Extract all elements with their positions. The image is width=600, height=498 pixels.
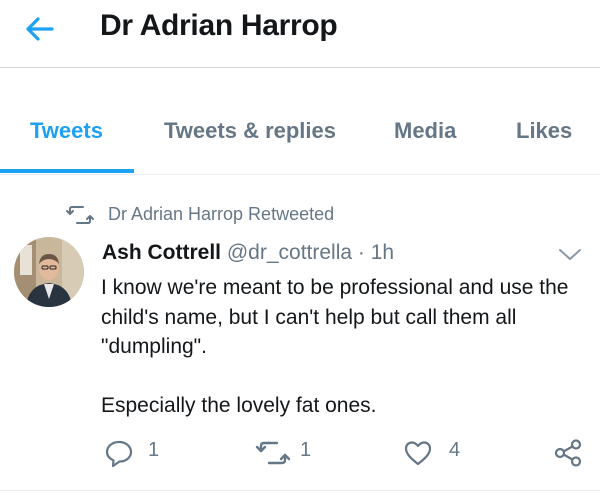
tab-likes[interactable]: Likes (516, 118, 572, 144)
reply-count: 1 (148, 439, 160, 461)
reply-icon (105, 440, 133, 468)
active-tab-indicator (0, 169, 134, 173)
profile-header: Dr Adrian Harrop (0, 0, 600, 68)
tweet-text-line: I know we're meant to be professional an… (101, 276, 569, 358)
tweet[interactable]: Dr Adrian Harrop Retweeted Ash Cottrell … (0, 175, 600, 485)
chevron-down-icon[interactable] (558, 244, 582, 266)
tweet-author[interactable]: Ash Cottrell @dr_cottrella · 1h (102, 241, 394, 265)
tweet-text: I know we're meant to be professional an… (101, 273, 591, 421)
like-count: 4 (449, 439, 461, 461)
retweet-note: Dr Adrian Harrop Retweeted (108, 204, 335, 224)
heart-icon (404, 441, 432, 466)
tab-media[interactable]: Media (394, 118, 456, 144)
tab-tweets-and-replies[interactable]: Tweets & replies (164, 118, 336, 144)
divider (0, 490, 600, 491)
tweet-time: 1h (370, 241, 395, 264)
author-handle[interactable]: @dr_cottrella (227, 241, 352, 264)
tweet-text-line: Especially the lovely fat ones. (101, 394, 377, 417)
page-title: Dr Adrian Harrop (100, 9, 338, 42)
back-arrow-icon[interactable] (22, 12, 56, 46)
author-name[interactable]: Ash Cottrell (102, 241, 221, 264)
separator-dot: · (357, 241, 365, 264)
retweet-icon (66, 206, 94, 224)
avatar[interactable] (14, 237, 84, 307)
tweet-actions: 1 1 4 (0, 433, 600, 473)
profile-tabs: Tweets Tweets & replies Media Likes (0, 68, 600, 175)
share-icon (554, 439, 582, 467)
retweet-icon (255, 441, 291, 465)
retweet-count: 1 (300, 439, 312, 461)
tab-tweets[interactable]: Tweets (30, 118, 103, 144)
